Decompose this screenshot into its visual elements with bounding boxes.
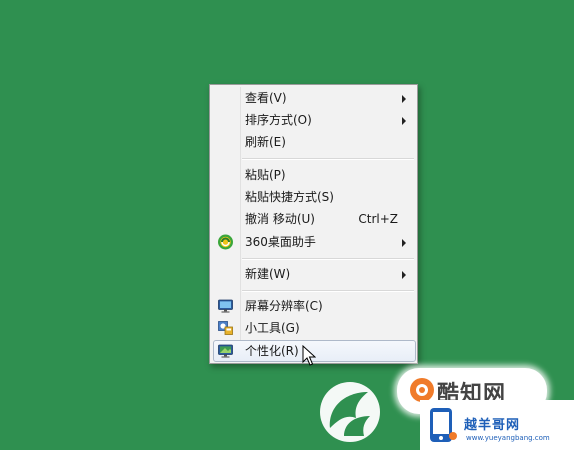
- menu-item-label: 刷新(E): [245, 135, 286, 149]
- mouse-pointer-icon: [302, 345, 316, 366]
- submenu-arrow-icon: [402, 239, 406, 247]
- watermark-leaf-logo-icon: [320, 382, 380, 442]
- menu-item-gadgets[interactable]: 小工具(G): [213, 317, 416, 339]
- menu-item-label: 粘贴快捷方式(S): [245, 190, 334, 204]
- 360-assistant-icon: [218, 234, 233, 250]
- submenu-arrow-icon: [402, 117, 406, 125]
- menu-item-sort-by[interactable]: 排序方式(O): [213, 109, 416, 131]
- menu-item-label: 查看(V): [245, 91, 287, 105]
- menu-item-label: 粘贴(P): [245, 168, 286, 182]
- menu-item-undo-move[interactable]: 撤消 移动(U) Ctrl+Z: [213, 208, 416, 230]
- menu-item-refresh[interactable]: 刷新(E): [213, 131, 416, 153]
- menu-item-label: 小工具(G): [245, 321, 300, 335]
- menu-separator: [242, 258, 414, 260]
- menu-item-label: 新建(W): [245, 267, 291, 281]
- watermark-site-banner: 越羊哥网 www.yueyangbang.com: [420, 400, 574, 450]
- menu-item-new[interactable]: 新建(W): [213, 263, 416, 285]
- gadgets-icon: [218, 321, 233, 335]
- watermark-site-name: 越羊哥网: [464, 418, 521, 433]
- menu-item-paste[interactable]: 粘贴(P): [213, 164, 416, 186]
- phone-logo-icon: [430, 408, 457, 442]
- menu-separator: [242, 290, 414, 292]
- personalize-icon: [218, 344, 233, 358]
- submenu-arrow-icon: [402, 95, 406, 103]
- menu-item-label: 屏幕分辨率(C): [245, 299, 323, 313]
- menu-item-label: 个性化(R): [245, 344, 299, 358]
- submenu-arrow-icon: [402, 271, 406, 279]
- menu-item-360-desktop-assistant[interactable]: 360桌面助手: [213, 231, 416, 253]
- menu-item-label: 排序方式(O): [245, 113, 312, 127]
- menu-item-screen-resolution[interactable]: 屏幕分辨率(C): [213, 295, 416, 317]
- menu-separator: [242, 158, 414, 160]
- desktop-context-menu: 查看(V) 排序方式(O) 刷新(E) 粘贴(P) 粘贴快捷方式(S) 撤消 移…: [209, 84, 418, 364]
- menu-item-paste-shortcut[interactable]: 粘贴快捷方式(S): [213, 186, 416, 208]
- watermark-site-url: www.yueyangbang.com: [466, 434, 550, 442]
- menu-item-shortcut: Ctrl+Z: [358, 212, 398, 226]
- menu-item-label: 撤消 移动(U): [245, 212, 315, 226]
- menu-item-view[interactable]: 查看(V): [213, 87, 416, 109]
- menu-item-label: 360桌面助手: [245, 235, 316, 249]
- monitor-icon: [218, 299, 233, 313]
